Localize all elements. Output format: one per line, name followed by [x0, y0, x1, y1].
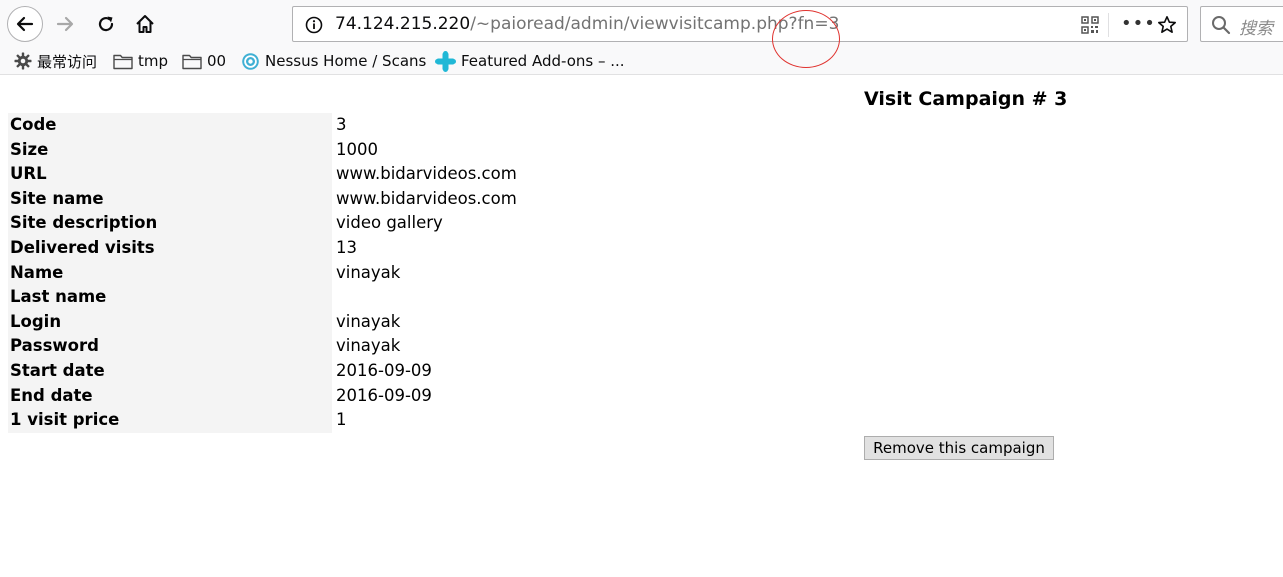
bookmark-label: 最常访问	[37, 52, 98, 71]
url-bar-divider	[1108, 13, 1109, 37]
search-icon	[1212, 16, 1231, 35]
row-value: vinayak	[336, 262, 401, 282]
folder-icon	[182, 54, 202, 69]
info-icon[interactable]	[305, 16, 323, 34]
row-value: 3	[336, 115, 347, 134]
campaign-details-table: Code 3 Size 1000 URL www.bidarvideos.com…	[8, 113, 519, 433]
bookmark-label: Featured Add-ons – ...	[461, 52, 625, 70]
row-value: 13	[336, 237, 357, 257]
table-row: Delivered visits 13	[8, 235, 519, 261]
bookmark-tmp[interactable]: tmp	[113, 50, 168, 72]
gear-icon	[14, 52, 32, 70]
bookmark-star-icon[interactable]	[1157, 15, 1177, 35]
table-row: Name vinayak	[8, 260, 519, 286]
qr-code-icon[interactable]	[1081, 16, 1099, 34]
row-label: Site description	[8, 211, 332, 236]
arrow-left-icon	[16, 16, 34, 32]
back-button[interactable]	[7, 6, 43, 42]
url-host: 74.124.215.220	[335, 14, 471, 34]
row-value: www.bidarvideos.com	[336, 164, 517, 184]
reload-button[interactable]	[88, 6, 124, 42]
page-content: Visit Campaign # 3 Code 3 Size 1000 URL …	[0, 75, 1283, 577]
reload-icon	[98, 16, 114, 32]
table-row: Password vinayak	[8, 334, 519, 359]
table-row: 1 visit price 1	[8, 408, 519, 433]
row-label: Login	[8, 309, 332, 335]
row-label: Start date	[8, 358, 332, 384]
url-path: /~paioread/admin/viewvisitcamp.php?fn=3	[470, 14, 840, 34]
puzzle-icon	[435, 50, 456, 72]
table-row: Start date 2016-09-09	[8, 358, 519, 384]
row-value	[332, 285, 519, 310]
page-title: Visit Campaign # 3	[864, 88, 1068, 110]
bookmark-label: tmp	[138, 52, 169, 70]
forward-button[interactable]	[47, 6, 83, 42]
table-row: Site name www.bidarvideos.com	[8, 186, 519, 212]
row-value: 1000	[336, 139, 378, 159]
table-row: End date 2016-09-09	[8, 383, 519, 409]
row-label: URL	[8, 162, 332, 187]
nessus-icon	[242, 52, 259, 70]
table-row: URL www.bidarvideos.com	[8, 162, 519, 187]
row-value: vinayak	[336, 311, 401, 331]
bookmark-label: Nessus Home / Scans	[265, 52, 427, 70]
table-row: Site description video gallery	[8, 211, 519, 236]
table-row: Size 1000	[8, 137, 519, 163]
search-placeholder: 搜索	[1239, 19, 1273, 39]
bookmark-00[interactable]: 00	[182, 50, 226, 72]
url-bar[interactable]: 74.124.215.220/~paioread/admin/viewvisit…	[292, 6, 1188, 42]
row-label: Name	[8, 260, 332, 286]
remove-campaign-button[interactable]: Remove this campaign	[864, 436, 1054, 460]
row-label: Last name	[8, 285, 332, 310]
bookmark-label: 00	[207, 52, 227, 70]
row-value: 2016-09-09	[336, 385, 432, 405]
row-label: Password	[8, 334, 332, 359]
row-label: Delivered visits	[8, 235, 332, 261]
bookmark-featured-addons[interactable]: Featured Add-ons – ...	[435, 50, 625, 72]
row-label: Site name	[8, 186, 332, 212]
row-value: 2016-09-09	[336, 360, 432, 380]
search-bar[interactable]: 搜索	[1200, 6, 1283, 42]
row-value: vinayak	[336, 336, 401, 356]
row-value: www.bidarvideos.com	[336, 188, 517, 208]
folder-icon	[113, 54, 133, 69]
page-actions-menu-icon[interactable]: •••	[1121, 13, 1156, 34]
url-text[interactable]: 74.124.215.220/~paioread/admin/viewvisit…	[335, 13, 839, 35]
bookmark-most-visited[interactable]: 最常访问	[14, 50, 97, 72]
home-icon	[136, 15, 154, 33]
row-value: video gallery	[336, 213, 443, 233]
table-row: Last name	[8, 285, 519, 310]
table-row: Code 3	[8, 113, 519, 138]
row-value: 1	[336, 410, 347, 430]
bookmarks-toolbar: 最常访问 tmp 00 Nessus Home / Scans Featured…	[0, 48, 1283, 75]
row-label: End date	[8, 383, 332, 409]
home-button[interactable]	[127, 6, 163, 42]
bookmark-nessus[interactable]: Nessus Home / Scans	[241, 50, 426, 72]
row-label: Size	[8, 137, 332, 163]
table-row: Login vinayak	[8, 309, 519, 335]
row-label: Code	[8, 113, 332, 138]
row-label: 1 visit price	[8, 408, 332, 433]
arrow-right-icon	[56, 16, 74, 32]
browser-toolbar: 74.124.215.220/~paioread/admin/viewvisit…	[0, 0, 1283, 48]
